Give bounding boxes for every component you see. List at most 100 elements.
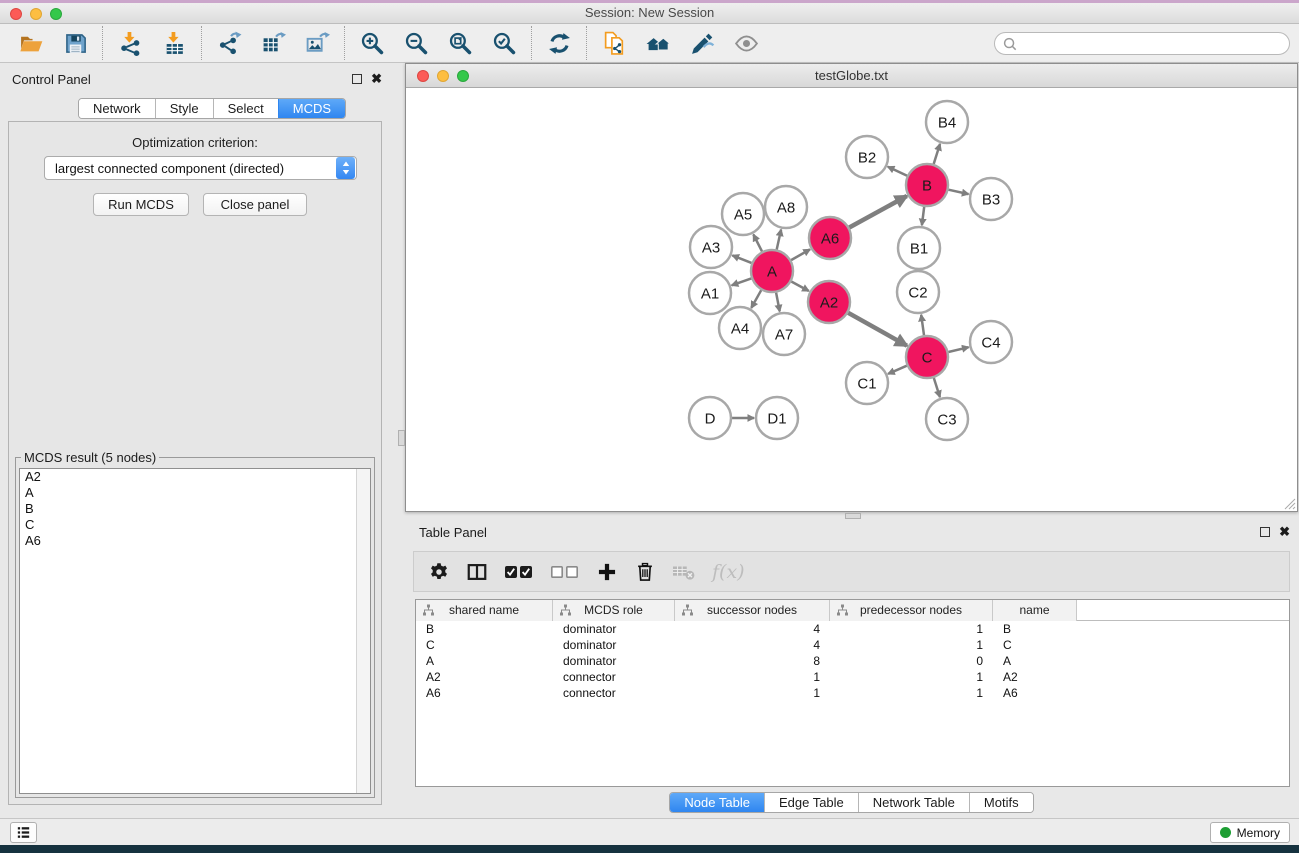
graph-node-D1[interactable]: D1 bbox=[756, 397, 798, 439]
graph-node-D[interactable]: D bbox=[689, 397, 731, 439]
graph-node-B3[interactable]: B3 bbox=[970, 178, 1012, 220]
resize-grip-icon[interactable] bbox=[1284, 498, 1296, 510]
column-header-MCDS-role[interactable]: MCDS role bbox=[553, 600, 675, 621]
result-list-item[interactable]: A6 bbox=[20, 533, 370, 549]
table-row[interactable]: A6connector11A6 bbox=[416, 685, 1289, 701]
network-canvas[interactable]: AA1A2A3A4A5A6A7A8BB1B2B3B4CC1C2C3C4DD1 bbox=[406, 88, 1297, 511]
graph-node-C3[interactable]: C3 bbox=[926, 398, 968, 440]
column-header-name[interactable]: name bbox=[993, 600, 1077, 621]
graph-node-A2[interactable]: A2 bbox=[808, 281, 850, 323]
table-row[interactable]: Adominator80A bbox=[416, 653, 1289, 669]
graph-edge-A-A8[interactable] bbox=[777, 230, 781, 250]
column-header-shared-name[interactable]: shared name bbox=[416, 600, 553, 621]
graph-node-B2[interactable]: B2 bbox=[846, 136, 888, 178]
graph-node-A4[interactable]: A4 bbox=[719, 307, 761, 349]
floppy-save-icon[interactable] bbox=[57, 27, 93, 59]
graph-edge-C-C4[interactable] bbox=[948, 347, 968, 352]
network-close-icon[interactable] bbox=[417, 70, 429, 82]
table-row[interactable]: A2connector11A2 bbox=[416, 669, 1289, 685]
graph-edge-A2-C[interactable] bbox=[848, 313, 907, 346]
graph-edge-A-A1[interactable] bbox=[732, 278, 752, 285]
graph-node-C[interactable]: C bbox=[906, 336, 948, 378]
close-panel-icon[interactable]: ✖ bbox=[371, 73, 382, 85]
tab-mcds[interactable]: MCDS bbox=[278, 99, 345, 118]
minimize-window-icon[interactable] bbox=[30, 8, 42, 20]
graph-edge-A-A3[interactable] bbox=[732, 255, 751, 263]
task-history-button[interactable] bbox=[10, 822, 37, 843]
result-list-item[interactable]: A bbox=[20, 485, 370, 501]
graph-node-A7[interactable]: A7 bbox=[763, 313, 805, 355]
close-table-panel-icon[interactable]: ✖ bbox=[1279, 526, 1290, 538]
graph-edge-A-A2[interactable] bbox=[791, 282, 809, 292]
graph-edge-C-C3[interactable] bbox=[934, 378, 940, 397]
search-box[interactable] bbox=[994, 32, 1290, 55]
tab-network-table[interactable]: Network Table bbox=[858, 793, 969, 812]
magnifier-check-icon[interactable] bbox=[486, 27, 522, 59]
graph-edge-C-C1[interactable] bbox=[888, 366, 907, 374]
pen-eye-icon[interactable] bbox=[684, 27, 720, 59]
column-header-predecessor-nodes[interactable]: predecessor nodes bbox=[830, 600, 993, 621]
graph-edge-A-A5[interactable] bbox=[753, 235, 762, 252]
network-window-titlebar[interactable]: testGlobe.txt bbox=[406, 64, 1297, 88]
network-minimize-icon[interactable] bbox=[437, 70, 449, 82]
table-row[interactable]: Cdominator41C bbox=[416, 637, 1289, 653]
graph-edge-B-B2[interactable] bbox=[888, 167, 907, 176]
network-view-window[interactable]: testGlobe.txt AA1A2A3A4A5A6A7A8BB1B2B3B4… bbox=[405, 63, 1298, 512]
export-image-icon[interactable] bbox=[299, 27, 335, 59]
tab-node-table[interactable]: Node Table bbox=[670, 793, 764, 812]
gear-icon[interactable] bbox=[428, 561, 450, 583]
search-input[interactable] bbox=[1017, 35, 1289, 53]
graph-edge-A-A4[interactable] bbox=[751, 290, 761, 308]
tab-select[interactable]: Select bbox=[213, 99, 278, 118]
graph-edge-B-B1[interactable] bbox=[922, 207, 924, 225]
double-house-icon[interactable] bbox=[640, 27, 676, 59]
vertical-splitter-handle[interactable] bbox=[398, 430, 405, 446]
graph-edge-A6-B[interactable] bbox=[849, 196, 907, 228]
import-table-icon[interactable] bbox=[156, 27, 192, 59]
graph-edge-A-A7[interactable] bbox=[776, 293, 780, 312]
graph-node-A8[interactable]: A8 bbox=[765, 186, 807, 228]
close-panel-button[interactable]: Close panel bbox=[203, 193, 307, 216]
column-view-icon[interactable] bbox=[466, 561, 488, 583]
result-list-scrollbar[interactable] bbox=[356, 469, 370, 793]
plus-icon[interactable] bbox=[596, 561, 618, 583]
export-network-icon[interactable] bbox=[211, 27, 247, 59]
column-header-successor-nodes[interactable]: successor nodes bbox=[675, 600, 830, 621]
graph-node-B1[interactable]: B1 bbox=[898, 227, 940, 269]
unchecked-boxes-icon[interactable] bbox=[550, 561, 580, 583]
result-list-item[interactable]: B bbox=[20, 501, 370, 517]
graph-edge-C-C2[interactable] bbox=[921, 315, 924, 335]
graph-node-C2[interactable]: C2 bbox=[897, 271, 939, 313]
folder-open-icon[interactable] bbox=[13, 27, 49, 59]
float-table-panel-icon[interactable] bbox=[1260, 527, 1270, 537]
checked-boxes-icon[interactable] bbox=[504, 561, 534, 583]
network-graph[interactable]: AA1A2A3A4A5A6A7A8BB1B2B3B4CC1C2C3C4DD1 bbox=[406, 88, 1297, 511]
zoom-window-icon[interactable] bbox=[50, 8, 62, 20]
graph-node-B[interactable]: B bbox=[906, 164, 948, 206]
trash-icon[interactable] bbox=[634, 561, 656, 583]
magnifier-minus-icon[interactable] bbox=[398, 27, 434, 59]
graph-node-A5[interactable]: A5 bbox=[722, 193, 764, 235]
result-list-item[interactable]: A2 bbox=[20, 469, 370, 485]
table-row[interactable]: Bdominator41B bbox=[416, 621, 1289, 637]
node-table[interactable]: shared nameMCDS rolesuccessor nodesprede… bbox=[415, 599, 1290, 787]
tab-network[interactable]: Network bbox=[79, 99, 155, 118]
graph-edge-B-B3[interactable] bbox=[949, 190, 969, 194]
main-titlebar[interactable]: Session: New Session bbox=[0, 3, 1299, 24]
mcds-result-list[interactable]: A2ABCA6 bbox=[19, 468, 371, 794]
result-list-item[interactable]: C bbox=[20, 517, 370, 533]
tab-style[interactable]: Style bbox=[155, 99, 213, 118]
graph-edge-B-B4[interactable] bbox=[934, 144, 940, 164]
import-network-icon[interactable] bbox=[112, 27, 148, 59]
magnifier-plus-icon[interactable] bbox=[354, 27, 390, 59]
graph-edge-A-A6[interactable] bbox=[791, 249, 810, 260]
magnifier-fit-icon[interactable] bbox=[442, 27, 478, 59]
optimization-criterion-dropdown[interactable]: largest connected component (directed) bbox=[44, 156, 357, 180]
documents-share-icon[interactable] bbox=[596, 27, 632, 59]
graph-node-A3[interactable]: A3 bbox=[690, 226, 732, 268]
graph-node-A6[interactable]: A6 bbox=[809, 217, 851, 259]
run-mcds-button[interactable]: Run MCDS bbox=[93, 193, 189, 216]
export-table-icon[interactable] bbox=[255, 27, 291, 59]
close-window-icon[interactable] bbox=[10, 8, 22, 20]
graph-node-B4[interactable]: B4 bbox=[926, 101, 968, 143]
